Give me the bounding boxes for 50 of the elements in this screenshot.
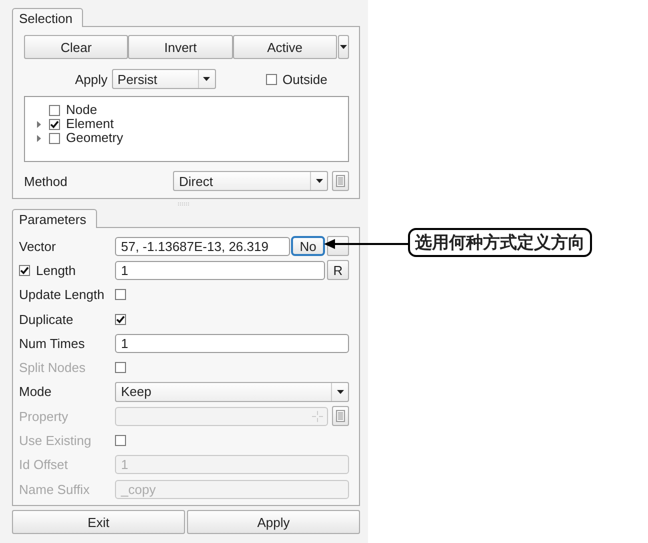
checkbox[interactable] bbox=[49, 118, 60, 130]
method-label: Method bbox=[24, 174, 68, 188]
mode-dropdown[interactable]: Keep bbox=[115, 382, 349, 402]
field-label: Mode bbox=[19, 384, 53, 400]
caret-icon bbox=[203, 77, 210, 81]
checkbox[interactable] bbox=[49, 132, 60, 144]
crosshair-icon bbox=[312, 410, 323, 422]
action-button[interactable]: Clear bbox=[24, 35, 128, 59]
checkbox[interactable] bbox=[115, 314, 126, 325]
tree-item[interactable]: Geometry bbox=[66, 131, 124, 145]
field-label: Vector bbox=[19, 238, 57, 254]
annotation-callout: 选用何种方式定义方向 bbox=[408, 228, 592, 257]
input-field[interactable]: 1 bbox=[115, 260, 325, 280]
reset-button[interactable]: R bbox=[327, 260, 349, 280]
field-label: Num Times bbox=[19, 336, 86, 351]
section-tab[interactable]: Selection bbox=[12, 8, 84, 27]
apply-dropdown[interactable]: Persist bbox=[112, 69, 216, 89]
list-icon bbox=[336, 175, 345, 187]
field-label: Duplicate bbox=[19, 312, 74, 327]
checkbox[interactable] bbox=[19, 264, 30, 276]
input-field[interactable]: 1 bbox=[115, 334, 349, 353]
tree-item[interactable]: Node bbox=[66, 103, 98, 117]
field-label: Length bbox=[36, 262, 77, 278]
tree-item[interactable]: Element bbox=[66, 117, 114, 131]
caret-icon bbox=[340, 45, 347, 49]
field-label: Name Suffix bbox=[19, 482, 91, 497]
toggle-button[interactable]: No bbox=[291, 236, 325, 256]
checkbox[interactable] bbox=[266, 74, 277, 84]
field-label: Split Nodes bbox=[19, 360, 86, 376]
caret-icon bbox=[336, 390, 344, 394]
apply-label: Apply bbox=[75, 72, 108, 86]
field-label: Update Length bbox=[19, 287, 106, 302]
field-label: Property bbox=[19, 408, 70, 424]
splitter-grip-icon[interactable] bbox=[177, 202, 191, 206]
field-label: Use Existing bbox=[19, 433, 92, 448]
footer-button[interactable]: Apply bbox=[187, 510, 360, 534]
caret-icon bbox=[316, 179, 322, 183]
outside-label: Outside bbox=[282, 72, 328, 86]
vector-field[interactable]: 57, -1.13687E-13, 26.319 bbox=[115, 236, 290, 256]
list-icon bbox=[336, 410, 345, 422]
checkbox[interactable] bbox=[115, 289, 126, 300]
list-button[interactable] bbox=[332, 171, 349, 191]
action-button[interactable]: Active bbox=[232, 35, 337, 59]
checkbox[interactable] bbox=[49, 104, 60, 116]
section-tab[interactable]: Parameters bbox=[12, 209, 98, 228]
method-dropdown[interactable]: Direct bbox=[173, 171, 328, 191]
dropdown-button[interactable] bbox=[338, 35, 349, 59]
field-label: Id Offset bbox=[19, 457, 69, 472]
footer-button[interactable]: Exit bbox=[12, 510, 185, 534]
action-button[interactable]: Invert bbox=[128, 35, 233, 59]
